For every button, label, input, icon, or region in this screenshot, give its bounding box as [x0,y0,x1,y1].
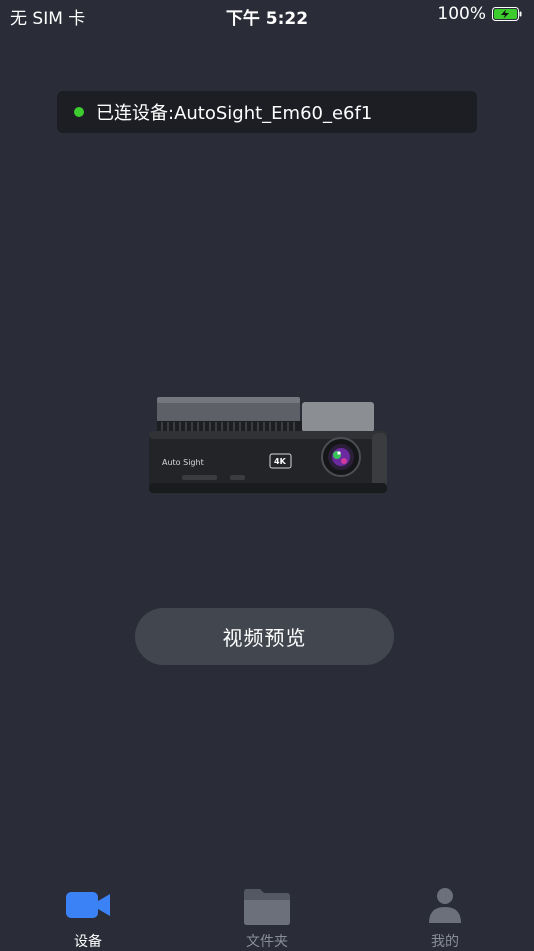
tab-folder[interactable]: 文件夹 [207,878,327,950]
tab-mine-label: 我的 [431,934,459,950]
video-preview-button[interactable]: 视频预览 [135,608,394,665]
tab-folder-label: 文件夹 [246,934,288,950]
video-camera-icon [66,892,110,918]
folder-icon [244,889,290,925]
tab-device[interactable]: 设备 [28,878,148,950]
dashcam-image: Auto Sight 4K [149,397,387,493]
tab-bar: 设备 文件夹 我的 [0,878,534,950]
tab-device-label: 设备 [74,934,102,950]
status-bar: 无 SIM 卡 下午 5:22 100% [0,0,534,30]
svg-text:4K: 4K [274,457,287,466]
battery-percentage: 100% [437,4,486,24]
connected-device-banner: 已连设备:AutoSight_Em60_e6f1 [57,91,477,133]
battery-charging-icon [492,7,522,21]
tab-mine[interactable]: 我的 [385,878,505,950]
connection-status-dot [74,107,84,117]
svg-text:Auto Sight: Auto Sight [162,458,204,467]
connected-device-text: 已连设备:AutoSight_Em60_e6f1 [96,103,373,124]
person-icon [429,888,461,923]
